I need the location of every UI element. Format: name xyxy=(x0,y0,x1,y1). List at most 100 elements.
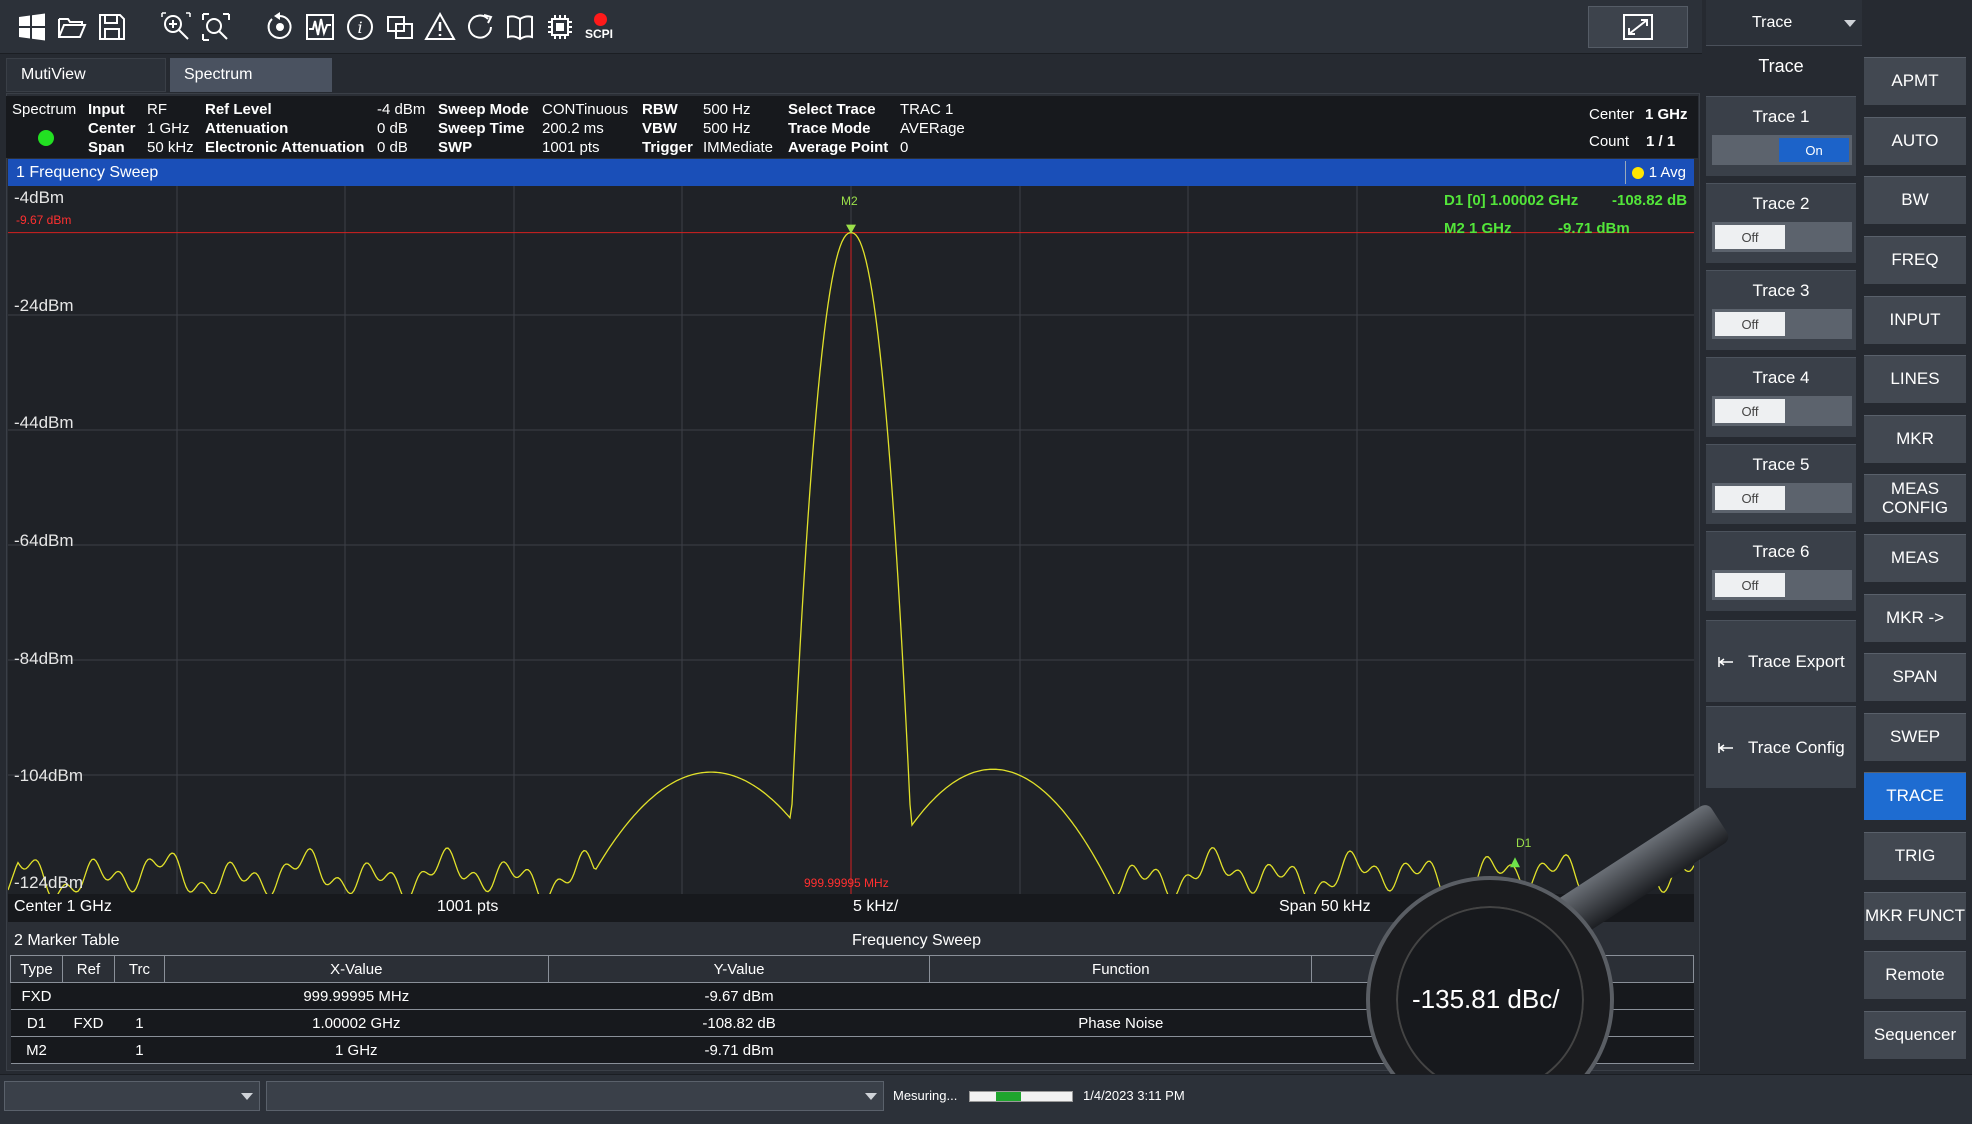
spectrum-label: Spectrum xyxy=(12,101,77,118)
key-mkr[interactable]: MKR xyxy=(1864,415,1966,463)
average-point-value: 0 xyxy=(900,139,909,156)
status-bar: Mesuring... 1/4/2023 3:11 PM xyxy=(0,1074,1972,1124)
cell-trc: 1 xyxy=(114,1036,165,1064)
cell-type: D1 xyxy=(10,1009,63,1037)
trace-2-toggle[interactable]: Off xyxy=(1712,222,1852,252)
magnified-function-result: -135.81 dBc/ xyxy=(1412,984,1560,1014)
trace-config-button[interactable]: Trace Config xyxy=(1706,706,1856,788)
input-value: RF xyxy=(147,101,167,118)
trace-4-control: Trace 4 Off xyxy=(1706,357,1856,437)
cell-y-value: -9.67 dBm xyxy=(548,982,930,1010)
key-auto[interactable]: AUTO xyxy=(1864,117,1966,165)
right-center-label: Center xyxy=(1589,106,1635,123)
key-span[interactable]: SPAN xyxy=(1864,653,1966,701)
y-label-6: -124dBm xyxy=(14,873,83,892)
trace-panel-title: Trace xyxy=(1758,56,1804,76)
trace-1-toggle[interactable]: On xyxy=(1712,135,1852,165)
cell-ref xyxy=(62,1036,115,1064)
measure-progress-bar xyxy=(969,1091,1073,1102)
tab-spectrum[interactable]: Spectrum xyxy=(170,58,332,92)
key-lines[interactable]: LINES xyxy=(1864,355,1966,403)
trace-mode-label: Trace Mode xyxy=(788,120,871,137)
key-mkr-arrow[interactable]: MKR -> xyxy=(1864,594,1966,642)
copy-window-icon[interactable] xyxy=(382,9,418,45)
trace-config-label: Trace Config xyxy=(1748,737,1845,757)
cell-y-value: -108.82 dB xyxy=(548,1009,930,1037)
status-dropdown-1[interactable] xyxy=(4,1081,260,1111)
zoom-in-icon[interactable] xyxy=(158,9,194,45)
m2-readout-name: M2 1 GHz xyxy=(1444,220,1512,237)
warning-icon[interactable] xyxy=(422,9,458,45)
span-label: Span xyxy=(88,139,125,156)
trace-6-state: Off xyxy=(1715,573,1785,597)
center-label: Center xyxy=(88,120,136,137)
ref-level-label: Ref Level xyxy=(205,101,272,118)
swp-label: SWP xyxy=(438,139,473,156)
save-icon[interactable] xyxy=(94,9,130,45)
trace-6-toggle[interactable]: Off xyxy=(1712,570,1852,600)
progress-fill xyxy=(996,1092,1021,1101)
key-bw[interactable]: BW xyxy=(1864,176,1966,224)
trace-color-dot xyxy=(1631,166,1644,179)
col-trc: Trc xyxy=(113,955,165,983)
trace-4-toggle[interactable]: Off xyxy=(1712,396,1852,426)
d1-marker-triangle xyxy=(1510,857,1520,868)
preset-icon[interactable] xyxy=(262,9,298,45)
key-trig[interactable]: TRIG xyxy=(1864,832,1966,880)
trace-export-button[interactable]: Trace Export xyxy=(1706,620,1856,702)
manual-book-icon[interactable] xyxy=(502,9,538,45)
measuring-status: Mesuring... xyxy=(893,1088,958,1103)
scpi-label: SCPI xyxy=(585,26,614,41)
marker-frequency-label: 999.99995 MHz xyxy=(804,876,889,890)
reference-line-label: -9.67 dBm xyxy=(16,213,72,227)
key-remote[interactable]: Remote xyxy=(1864,951,1966,999)
y-label-1: -24dBm xyxy=(14,296,74,315)
waveform-icon[interactable] xyxy=(302,9,338,45)
key-input[interactable]: INPUT xyxy=(1864,296,1966,344)
sweep-mode-value: CONTinuous xyxy=(542,101,629,118)
scpi-indicator[interactable]: SCPI xyxy=(582,9,618,45)
select-trace-value: TRAC 1 xyxy=(900,101,954,118)
scpi-status-dot xyxy=(594,12,607,26)
key-swep[interactable]: SWEP xyxy=(1864,713,1966,761)
windows-icon[interactable] xyxy=(14,9,50,45)
zoom-fit-icon[interactable] xyxy=(198,9,234,45)
trace-1-state: On xyxy=(1779,138,1849,162)
key-meas[interactable]: MEAS xyxy=(1864,534,1966,582)
key-mkr-funct[interactable]: MKR FUNCT xyxy=(1864,892,1966,940)
trace-mode-value: AVERage xyxy=(900,120,965,137)
trace-panel-dropdown[interactable]: Trace xyxy=(1706,0,1862,46)
spectrum-plot[interactable]: -4dBm -24dBm -44dBm -64dBm -84dBm -104dB… xyxy=(8,186,1694,894)
trace-6-label: Trace 6 xyxy=(1752,542,1810,561)
key-trace[interactable]: TRACE xyxy=(1864,772,1966,820)
cell-trc xyxy=(114,982,165,1010)
display-toggle-button[interactable] xyxy=(1588,6,1688,48)
settings-chip-icon[interactable] xyxy=(542,9,578,45)
frequency-sweep-title: 1 Frequency Sweep xyxy=(16,163,159,181)
info-icon[interactable]: i xyxy=(342,9,378,45)
trace-5-toggle[interactable]: Off xyxy=(1712,483,1852,513)
trace-3-control: Trace 3 Off xyxy=(1706,270,1856,350)
col-x-value: X-Value xyxy=(163,955,549,983)
right-center-value: 1 GHz xyxy=(1645,106,1688,123)
open-folder-icon[interactable] xyxy=(54,9,90,45)
average-point-label: Average Point xyxy=(788,139,889,156)
svg-text:i: i xyxy=(357,18,362,37)
key-sequencer[interactable]: Sequencer xyxy=(1864,1011,1966,1059)
key-freq[interactable]: FREQ xyxy=(1864,236,1966,284)
electronic-attenuation-value: 0 dB xyxy=(377,139,408,156)
trace-2-label: Trace 2 xyxy=(1752,194,1810,213)
d1-readout-name: D1 [0] 1.00002 GHz xyxy=(1444,192,1579,209)
trace-3-toggle[interactable]: Off xyxy=(1712,309,1852,339)
key-apmt[interactable]: APMT xyxy=(1864,57,1966,105)
marker-table-title: 2 Marker Table xyxy=(14,932,120,949)
key-meas-config[interactable]: MEAS CONFIG xyxy=(1864,474,1966,522)
refresh-icon[interactable] xyxy=(462,9,498,45)
center-value: 1 GHz xyxy=(147,120,190,137)
tab-multiview[interactable]: MutiView xyxy=(6,58,166,92)
span-value: 50 kHz xyxy=(147,139,194,156)
trigger-label: Trigger xyxy=(642,139,693,156)
cell-ref: FXD xyxy=(62,1009,115,1037)
status-dropdown-2[interactable] xyxy=(266,1081,884,1111)
vbw-label: VBW xyxy=(642,120,677,137)
